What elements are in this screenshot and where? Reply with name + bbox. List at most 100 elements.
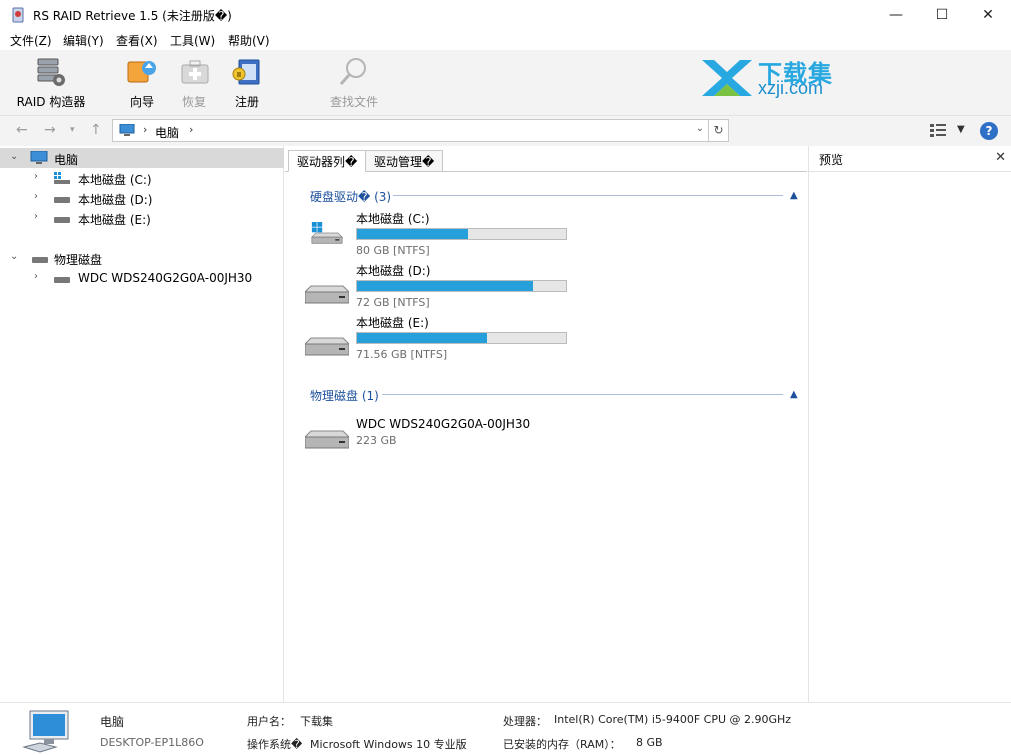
computer-icon: [30, 151, 48, 164]
site-logo: 下载集 xzji.com: [700, 54, 840, 102]
tree-label: 本地磁盘 (E:): [78, 213, 151, 227]
drive-list-pane: 驱动器列� 驱动管理� 硬盘驱动� (3) ▲ 本地磁盘 (C:) 80 GB …: [285, 146, 807, 702]
status-os-value: Microsoft Windows 10 专业版: [310, 738, 467, 751]
expand-icon[interactable]: ›: [34, 171, 38, 182]
expand-icon[interactable]: ›: [34, 211, 38, 222]
preview-title: 预览: [819, 153, 844, 167]
menu-bar: 文件(Z) 编辑(Y) 查看(X) 工具(W) 帮助(V): [0, 30, 1011, 50]
collapse-icon[interactable]: ⌄: [10, 251, 18, 262]
raid-builder-button[interactable]: RAID 构造器: [16, 56, 86, 110]
section-divider: [393, 195, 783, 196]
status-computer-name: 电脑: [100, 715, 125, 729]
toolbar: RAID 构造器 向导 恢复 注册 查找文件: [0, 50, 1011, 116]
tree-item-drive-c[interactable]: › 本地磁盘 (C:): [0, 168, 284, 188]
status-user-label: 用户名：: [247, 715, 291, 728]
drive-item-d[interactable]: 本地磁盘 (D:) 72 GB [NTFS]: [305, 262, 605, 314]
expand-icon[interactable]: ›: [34, 271, 38, 282]
usage-bar: [356, 228, 567, 240]
view-options-icon[interactable]: [930, 124, 946, 138]
menu-tools[interactable]: 工具(W): [170, 32, 215, 49]
tree-item-drive-e[interactable]: › 本地磁盘 (E:): [0, 208, 284, 228]
history-dropdown-icon[interactable]: ▾: [70, 125, 75, 135]
tree-label: 电脑: [54, 153, 79, 167]
tree-item-wdc-disk[interactable]: › WDC WDS240G2G0A-00JH30: [0, 268, 284, 288]
logo-text-url: xzji.com: [758, 78, 824, 98]
computer-icon: [22, 710, 69, 753]
collapse-section-icon[interactable]: ▲: [790, 190, 798, 201]
physical-disk-icon: [32, 257, 48, 263]
drive-item-e[interactable]: 本地磁盘 (E:) 71.56 GB [NTFS]: [305, 314, 605, 366]
section-divider: [382, 394, 783, 395]
menu-file[interactable]: 文件(Z): [10, 32, 52, 49]
drive-name: 本地磁盘 (D:): [356, 264, 431, 278]
folder-tree: ⌄ 电脑 › 本地磁盘 (C:) › 本地磁盘 (D:) › 本地磁盘 (E:)…: [0, 146, 284, 702]
wizard-label: 向导: [129, 95, 154, 109]
tree-item-physical-disks[interactable]: ⌄ 物理磁盘: [0, 248, 284, 268]
drive-name: 本地磁盘 (C:): [356, 212, 430, 226]
find-file-button[interactable]: 查找文件: [326, 56, 382, 110]
collapse-icon[interactable]: ⌄: [10, 151, 18, 162]
hard-drives-header: 硬盘驱动� (3): [310, 190, 392, 204]
first-aid-icon: [181, 60, 209, 84]
drive-name: 本地磁盘 (E:): [356, 316, 429, 330]
physical-disk-item[interactable]: WDC WDS240G2G0A-00JH30 223 GB: [305, 417, 605, 469]
help-icon[interactable]: ?: [980, 122, 998, 140]
minimize-button[interactable]: —: [873, 0, 919, 30]
status-ram-value: 8 GB: [636, 736, 663, 749]
maximize-button[interactable]: ☐: [919, 0, 965, 30]
drive-icon: [54, 197, 70, 203]
expand-icon[interactable]: ›: [34, 191, 38, 202]
search-icon: [339, 58, 366, 85]
tree-item-drive-d[interactable]: › 本地磁盘 (D:): [0, 188, 284, 208]
tab-drive-list[interactable]: 驱动器列�: [288, 150, 367, 172]
close-preview-icon[interactable]: ✕: [995, 150, 1006, 165]
address-dropdown-icon[interactable]: ⌄: [696, 123, 704, 134]
disk-size: 223 GB: [356, 434, 397, 447]
status-cpu-label: 处理器：: [503, 715, 547, 728]
close-button[interactable]: ✕: [965, 0, 1011, 30]
recover-label: 恢复: [181, 95, 206, 109]
title-bar: RS RAID Retrieve 1.5 (未注册版�) — ☐ ✕: [0, 0, 1011, 30]
menu-view[interactable]: 查看(X): [116, 32, 158, 49]
address-separator-icon: ›: [143, 123, 148, 136]
usage-bar: [356, 280, 567, 292]
status-os-label: 操作系统�: [247, 738, 303, 751]
collapse-section-icon[interactable]: ▲: [790, 389, 798, 400]
computer-icon: [119, 124, 135, 136]
menu-edit[interactable]: 编辑(Y): [63, 32, 104, 49]
window-title: RS RAID Retrieve 1.5 (未注册版�): [33, 9, 232, 23]
tab-strip: 驱动器列� 驱动管理�: [285, 146, 807, 172]
status-user-value: 下载集: [300, 715, 333, 728]
tree-label: 物理磁盘: [54, 253, 103, 267]
tree-item-computer[interactable]: ⌄ 电脑: [0, 148, 284, 168]
logo-mark-icon: [702, 60, 752, 96]
drive-item-c[interactable]: 本地磁盘 (C:) 80 GB [NTFS]: [305, 210, 605, 262]
drive-size: 72 GB [NTFS]: [356, 296, 430, 309]
drive-size: 80 GB [NTFS]: [356, 244, 430, 257]
register-icon: [232, 59, 260, 85]
register-button[interactable]: 注册: [230, 56, 264, 110]
physical-disk-icon: [305, 430, 349, 449]
address-path: 电脑: [155, 126, 180, 140]
forward-button[interactable]: →: [44, 122, 56, 138]
status-cpu-value: Intel(R) Core(TM) i5-9400F CPU @ 2.90GHz: [554, 713, 792, 726]
up-button[interactable]: ↑: [90, 122, 102, 138]
windows-drive-icon: [54, 172, 70, 184]
address-bar[interactable]: › 电脑 › ⌄: [112, 119, 709, 142]
raid-builder-icon: [37, 58, 65, 86]
view-dropdown-icon[interactable]: ▼: [957, 124, 965, 135]
menu-help[interactable]: 帮助(V): [228, 32, 270, 49]
refresh-button[interactable]: ↻: [709, 119, 729, 142]
status-bar: 电脑 DESKTOP-EP1L86O 用户名： 下载集 操作系统� Micros…: [0, 702, 1011, 755]
drive-size: 71.56 GB [NTFS]: [356, 348, 448, 361]
tab-drive-manager[interactable]: 驱动管理�: [365, 150, 444, 172]
preview-pane: 预览 ✕: [808, 146, 1011, 702]
back-button[interactable]: ←: [16, 122, 28, 138]
status-hostname: DESKTOP-EP1L86O: [100, 736, 204, 749]
recover-button[interactable]: 恢复: [178, 56, 210, 110]
register-label: 注册: [234, 95, 259, 109]
preview-header: 预览 ✕: [809, 146, 1011, 172]
tree-label: 本地磁盘 (C:): [78, 173, 152, 187]
wizard-button[interactable]: 向导: [124, 56, 160, 110]
find-file-label: 查找文件: [329, 95, 378, 109]
